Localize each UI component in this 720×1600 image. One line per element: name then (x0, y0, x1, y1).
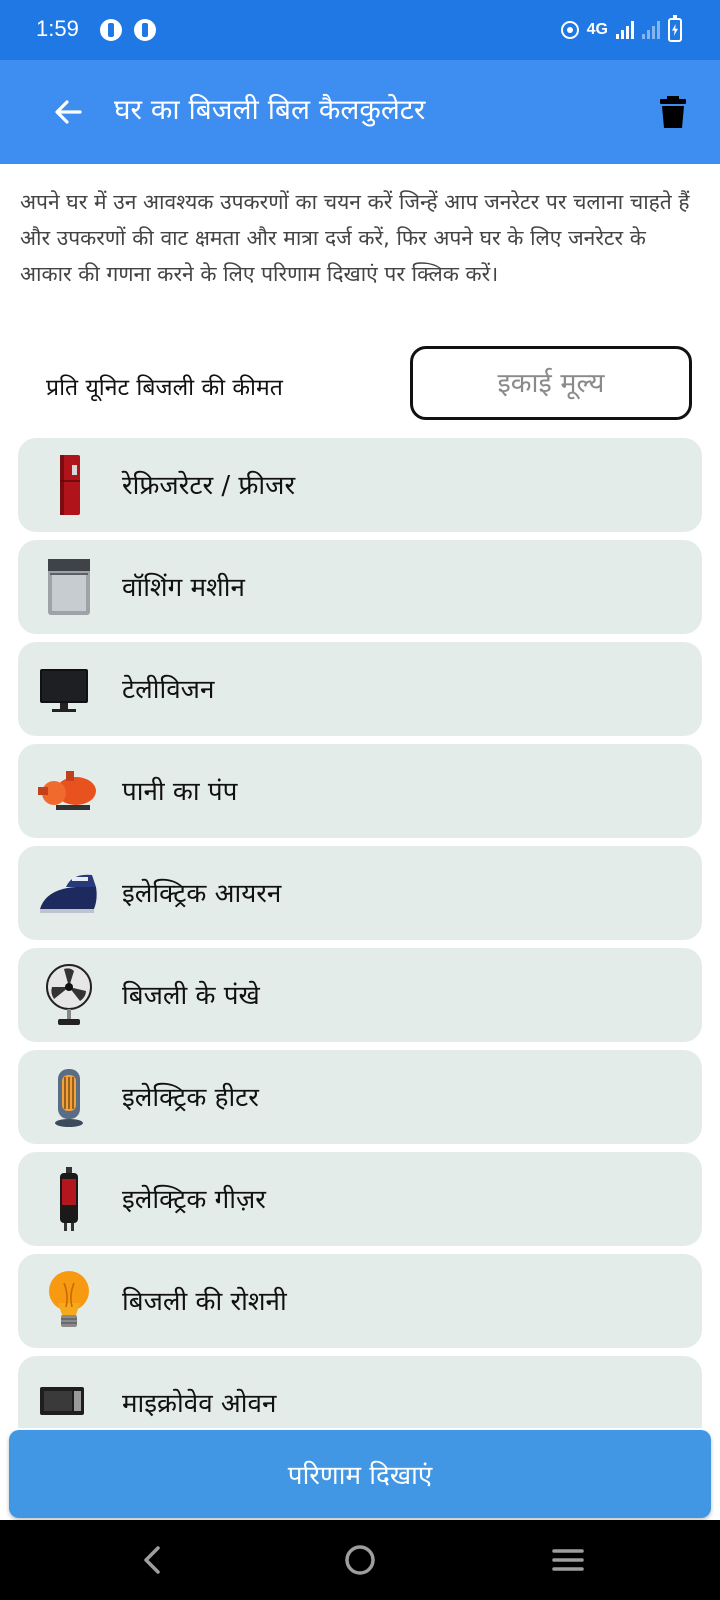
appliance-item-geyser[interactable]: इलेक्ट्रिक गीज़र (18, 1152, 702, 1246)
notification-icon (100, 19, 122, 41)
appliance-item-refrigerator[interactable]: रेफ्रिजरेटर / फ्रीजर (18, 438, 702, 532)
fan-icon (46, 964, 92, 1025)
microwave-icon (40, 1387, 84, 1415)
app-bar: घर का बिजली बिल कैलकुलेटर (0, 60, 720, 164)
washing-machine-icon (48, 559, 90, 615)
status-icons: 4G (560, 15, 682, 44)
appliance-label: इलेक्ट्रिक आयरन (122, 879, 282, 909)
geyser-icon (60, 1167, 78, 1231)
appliance-item-iron[interactable]: इलेक्ट्रिक आयरन (18, 846, 702, 940)
appliance-item-television[interactable]: टेलीविजन (18, 642, 702, 736)
signal-icon (616, 21, 634, 39)
light-bulb-icon (49, 1271, 89, 1327)
appliance-label: बिजली के पंखे (122, 981, 260, 1011)
iron-icon (40, 874, 97, 913)
status-bar: 1:59 4G (0, 0, 720, 60)
back-arrow-icon[interactable] (50, 94, 86, 130)
nav-recent-apps-icon[interactable] (548, 1540, 588, 1580)
appliance-label: वॉशिंग मशीन (122, 573, 245, 603)
appliance-label: टेलीविजन (122, 675, 215, 705)
signal-icon-secondary (642, 21, 660, 39)
status-time: 1:59 (36, 16, 79, 41)
show-result-button[interactable]: परिणाम दिखाएं (9, 1430, 711, 1518)
battery-charging-icon (668, 15, 682, 42)
unit-price-input[interactable] (410, 346, 692, 420)
appliance-item-microwave[interactable]: माइक्रोवेव ओवन (18, 1356, 702, 1428)
appliance-list: रेफ्रिजरेटर / फ्रीजर वॉशिंग मशीन टेलीविज… (18, 438, 702, 1428)
television-icon (40, 669, 88, 712)
appliance-item-heater[interactable]: इलेक्ट्रिक हीटर (18, 1050, 702, 1144)
unit-price-label: प्रति यूनिट बिजली की कीमत (46, 375, 283, 401)
delete-icon[interactable] (660, 96, 686, 128)
refrigerator-icon (60, 455, 80, 515)
appliance-item-fan[interactable]: बिजली के पंखे (18, 948, 702, 1042)
appliance-item-washing-machine[interactable]: वॉशिंग मशीन (18, 540, 702, 634)
appliance-item-water-pump[interactable]: पानी का पंप (18, 744, 702, 838)
appliance-item-light[interactable]: बिजली की रोशनी (18, 1254, 702, 1348)
nav-home-icon[interactable] (340, 1540, 380, 1580)
appliance-label: इलेक्ट्रिक गीज़र (122, 1185, 266, 1215)
nav-back-icon[interactable] (134, 1540, 174, 1580)
network-type: 4G (586, 21, 608, 38)
page-title: घर का बिजली बिल कैलकुलेटर (114, 93, 426, 126)
hotspot-icon (560, 21, 579, 39)
appliance-label: माइक्रोवेव ओवन (122, 1389, 277, 1419)
intro-text: अपने घर में उन आवश्यक उपकरणों का चयन करे… (20, 190, 690, 286)
appliance-label: इलेक्ट्रिक हीटर (122, 1083, 259, 1113)
appliance-label: रेफ्रिजरेटर / फ्रीजर (122, 471, 296, 501)
heater-icon (55, 1069, 83, 1127)
water-pump-icon (38, 771, 96, 810)
appliance-label: पानी का पंप (122, 777, 238, 807)
appliance-label: बिजली की रोशनी (122, 1287, 287, 1317)
notification-icon (134, 19, 156, 41)
system-nav-bar (0, 1520, 720, 1600)
